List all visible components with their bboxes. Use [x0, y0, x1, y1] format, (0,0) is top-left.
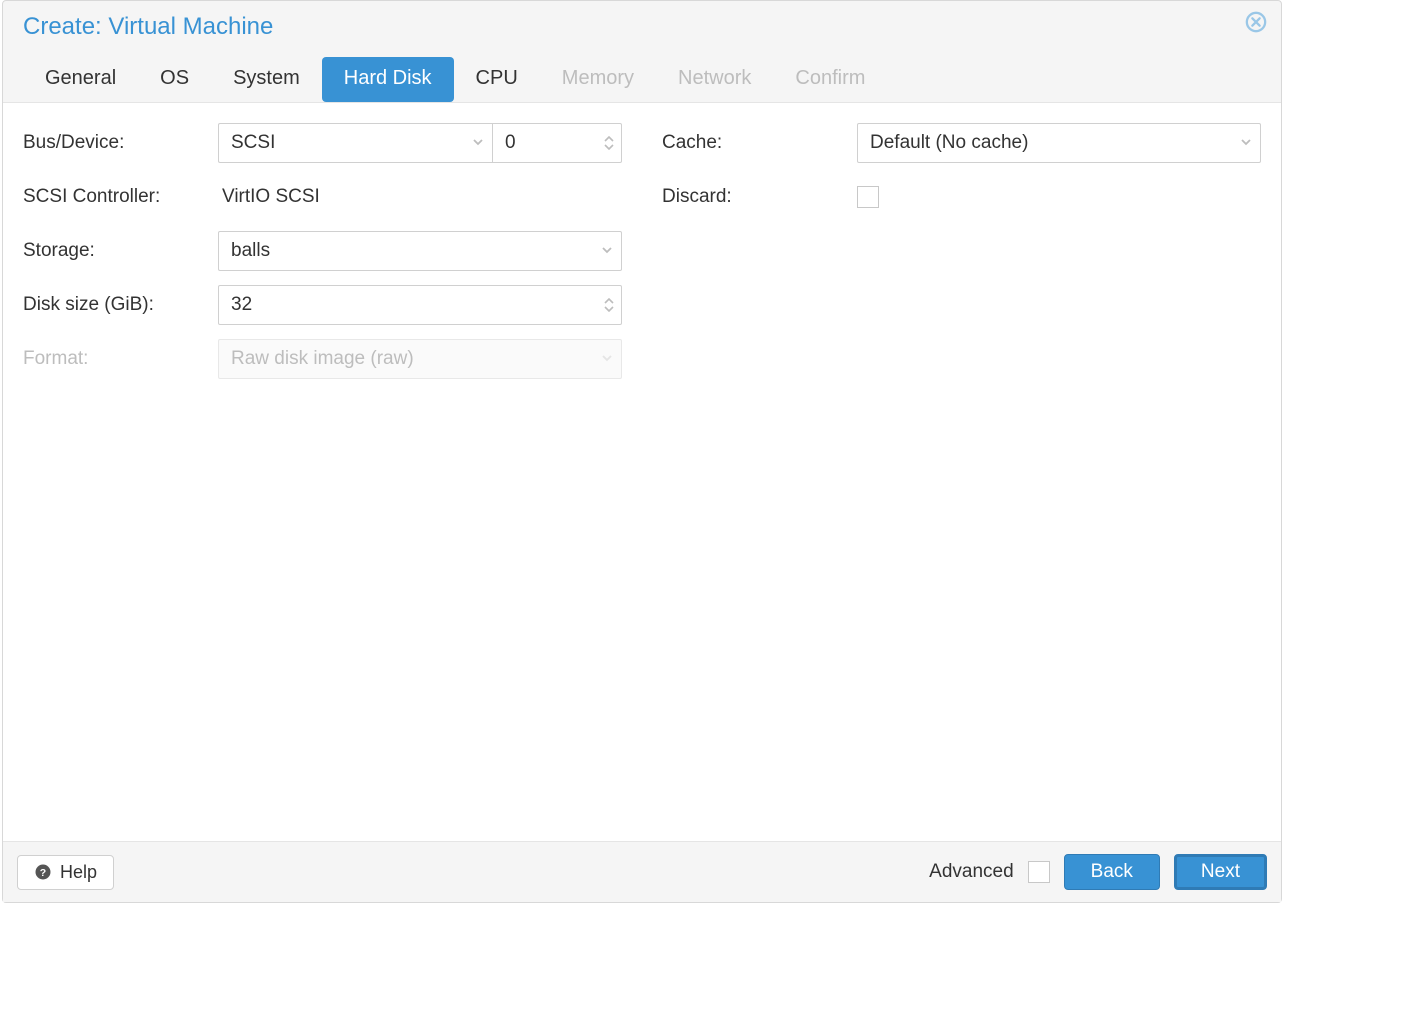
- footer-right: Advanced Back Next: [929, 854, 1267, 890]
- close-icon: [1245, 11, 1267, 33]
- tab-confirm: Confirm: [773, 57, 887, 102]
- advanced-checkbox[interactable]: [1028, 861, 1050, 883]
- close-button[interactable]: [1245, 11, 1267, 33]
- label-cache: Cache:: [662, 132, 857, 154]
- dialog-title: Create: Virtual Machine: [23, 13, 1261, 41]
- label-bus-device: Bus/Device:: [23, 132, 218, 154]
- disk-size-spinner[interactable]: 32: [218, 285, 622, 325]
- disk-size-value: 32: [231, 294, 252, 316]
- spinner-arrows-icon[interactable]: [603, 298, 615, 312]
- help-button-label: Help: [60, 862, 97, 883]
- left-column: Bus/Device: SCSI 0: [23, 123, 622, 821]
- value-scsi-controller: VirtIO SCSI: [218, 186, 622, 208]
- tab-os[interactable]: OS: [138, 57, 211, 102]
- advanced-label: Advanced: [929, 861, 1014, 883]
- label-disk-size: Disk size (GiB):: [23, 294, 218, 316]
- bus-select[interactable]: SCSI: [218, 123, 492, 163]
- right-column: Cache: Default (No cache) Discard:: [662, 123, 1261, 821]
- dialog-footer: ? Help Advanced Back Next: [3, 842, 1281, 902]
- bus-select-value: SCSI: [231, 132, 275, 154]
- svg-text:?: ?: [40, 867, 46, 879]
- tab-general[interactable]: General: [23, 57, 138, 102]
- cache-select[interactable]: Default (No cache): [857, 123, 1261, 163]
- spinner-arrows-icon[interactable]: [603, 136, 615, 150]
- row-bus-device: Bus/Device: SCSI 0: [23, 123, 622, 163]
- row-disk-size: Disk size (GiB): 32: [23, 285, 622, 325]
- next-button[interactable]: Next: [1174, 854, 1267, 890]
- chevron-down-icon: [472, 135, 484, 151]
- device-spinner[interactable]: 0: [492, 123, 622, 163]
- chevron-down-icon: [601, 243, 613, 259]
- chevron-down-icon: [601, 351, 613, 367]
- tab-network: Network: [656, 57, 773, 102]
- row-scsi-controller: SCSI Controller: VirtIO SCSI: [23, 177, 622, 217]
- help-button[interactable]: ? Help: [17, 855, 114, 890]
- tab-cpu[interactable]: CPU: [454, 57, 540, 102]
- label-format: Format:: [23, 348, 218, 370]
- cache-select-value: Default (No cache): [870, 132, 1028, 154]
- tab-content: Bus/Device: SCSI 0: [3, 102, 1281, 842]
- row-format: Format: Raw disk image (raw): [23, 339, 622, 379]
- storage-select[interactable]: balls: [218, 231, 622, 271]
- label-storage: Storage:: [23, 240, 218, 262]
- tab-hard-disk[interactable]: Hard Disk: [322, 57, 454, 102]
- chevron-down-icon: [1240, 135, 1252, 151]
- dialog-header: Create: Virtual Machine: [3, 1, 1281, 47]
- row-discard: Discard:: [662, 177, 1261, 217]
- create-vm-dialog: Create: Virtual Machine General OS Syste…: [2, 0, 1282, 903]
- row-storage: Storage: balls: [23, 231, 622, 271]
- label-scsi-controller: SCSI Controller:: [23, 186, 218, 208]
- tab-memory: Memory: [540, 57, 656, 102]
- label-discard: Discard:: [662, 186, 857, 208]
- back-button[interactable]: Back: [1064, 854, 1160, 890]
- row-cache: Cache: Default (No cache): [662, 123, 1261, 163]
- discard-checkbox[interactable]: [857, 186, 879, 208]
- help-icon: ?: [34, 863, 52, 881]
- format-select-value: Raw disk image (raw): [231, 348, 414, 370]
- device-spinner-value: 0: [505, 132, 516, 154]
- tab-system[interactable]: System: [211, 57, 322, 102]
- wizard-tabs: General OS System Hard Disk CPU Memory N…: [3, 47, 1281, 102]
- format-select: Raw disk image (raw): [218, 339, 622, 379]
- storage-select-value: balls: [231, 240, 270, 262]
